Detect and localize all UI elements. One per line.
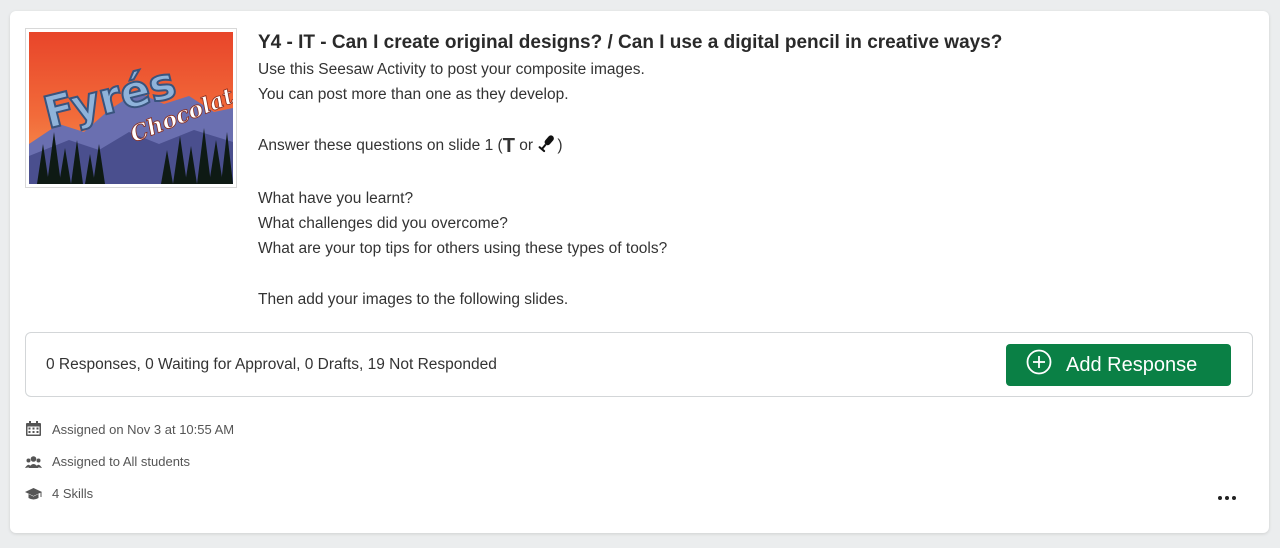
thumbnail-image: Fyrés Chocolate <box>29 32 233 184</box>
more-horizontal-icon <box>1225 496 1229 500</box>
activity-card: Fyrés Chocolate Y4 - IT - Can I create o… <box>10 11 1269 533</box>
plus-circle-icon <box>1026 349 1052 381</box>
more-horizontal-icon <box>1232 496 1236 500</box>
text-tool-icon: T <box>502 134 515 157</box>
description-line-tools: Answer these questions on slide 1 (T or … <box>258 133 1248 161</box>
calendar-icon <box>25 421 52 437</box>
response-status-bar: 0 Responses, 0 Waiting for Approval, 0 D… <box>25 332 1253 397</box>
microphone-icon <box>537 133 557 161</box>
assigned-to: Assigned to All students <box>25 454 190 469</box>
description-close: ) <box>557 136 563 154</box>
activity-thumbnail[interactable]: Fyrés Chocolate <box>25 28 237 188</box>
description-line: What are your top tips for others using … <box>258 240 668 258</box>
users-icon <box>25 455 52 469</box>
more-horizontal-icon <box>1218 496 1222 500</box>
description-or: or <box>514 136 538 154</box>
skills[interactable]: 4 Skills <box>25 486 93 501</box>
description-line: Then add your images to the following sl… <box>258 290 569 308</box>
description-line <box>258 262 1248 287</box>
description-line: What have you learnt? <box>258 189 414 207</box>
skills-text: 4 Skills <box>52 486 94 501</box>
assigned-date-text: Assigned on Nov 3 at 10:55 AM <box>52 421 235 437</box>
activity-content: Y4 - IT - Can I create original designs?… <box>258 29 1248 312</box>
description-line: You can post more than one as they devel… <box>258 86 569 104</box>
assigned-date: Assigned on Nov 3 at 10:55 AM <box>25 421 234 437</box>
assigned-to-text: Assigned to All students <box>52 454 191 469</box>
response-summary: 0 Responses, 0 Waiting for Approval, 0 D… <box>46 356 497 373</box>
more-options-button[interactable] <box>1215 492 1239 504</box>
description-line: What challenges did you overcome? <box>258 215 508 233</box>
description-text: Answer these questions on slide 1 ( <box>258 136 503 154</box>
description-line: Use this Seesaw Activity to post your co… <box>258 61 645 78</box>
add-response-label: Add Response <box>1066 353 1198 376</box>
description-line <box>258 161 1248 186</box>
graduation-cap-icon <box>25 487 52 501</box>
add-response-button[interactable]: Add Response <box>1006 344 1231 386</box>
description-line <box>258 107 1248 132</box>
activity-title: Y4 - IT - Can I create original designs?… <box>258 32 1003 53</box>
activity-description: Use this Seesaw Activity to post your co… <box>258 57 1248 312</box>
